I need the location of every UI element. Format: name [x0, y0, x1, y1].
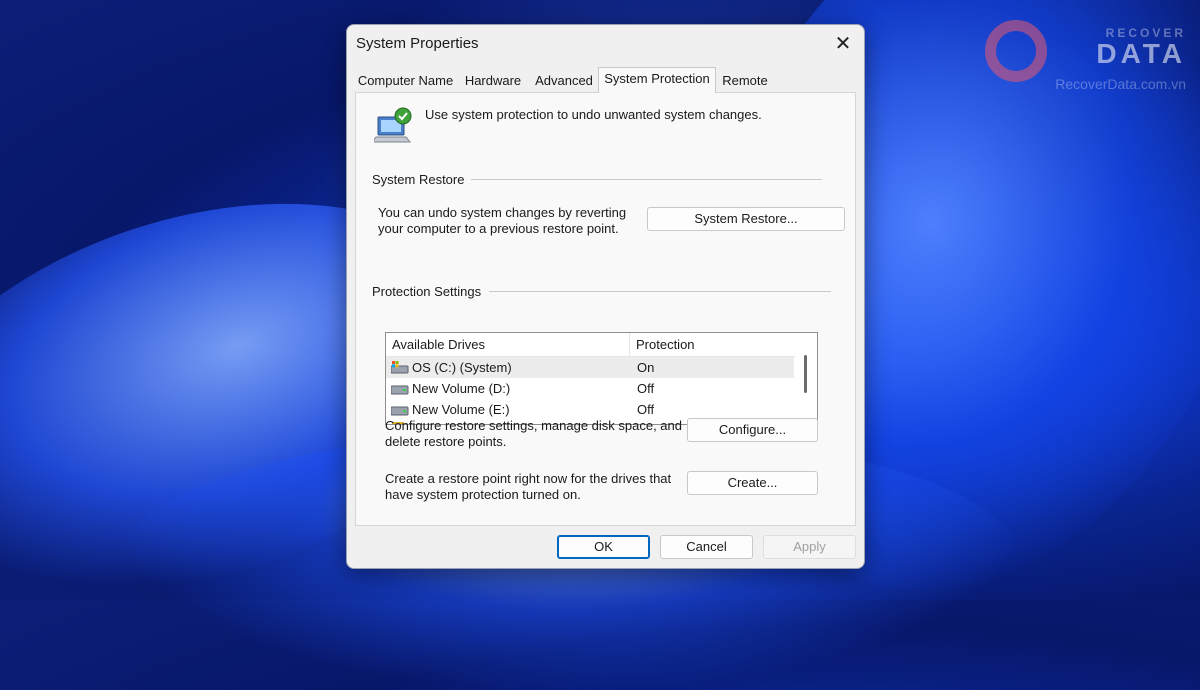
description-line: Create a restore point right now for the…: [385, 471, 672, 486]
protection-settings-group-label: Protection Settings: [372, 284, 482, 299]
tab-advanced[interactable]: Advanced: [530, 70, 598, 92]
column-header-protection[interactable]: Protection: [630, 333, 796, 357]
drive-row-d[interactable]: New Volume (D:) Off: [386, 378, 794, 399]
apply-button[interactable]: Apply: [763, 535, 856, 559]
tab-computer-name[interactable]: Computer Name: [355, 70, 456, 92]
description-line: You can undo system changes by reverting: [378, 205, 627, 220]
drive-protection-status: Off: [637, 381, 655, 396]
watermark-logo: RECOVER DATA RecoverData.com.vn: [985, 20, 1186, 92]
column-header-available-drives[interactable]: Available Drives: [386, 333, 630, 357]
tab-hardware[interactable]: Hardware: [458, 70, 528, 92]
tab-panel-system-protection: Use system protection to undo unwanted s…: [355, 92, 856, 526]
drives-list[interactable]: Available Drives Protection OS (C:) (Sys…: [385, 332, 818, 425]
intro-text: Use system protection to undo unwanted s…: [425, 107, 762, 122]
system-protection-icon: [374, 107, 412, 143]
create-button[interactable]: Create...: [687, 471, 818, 495]
drive-name: New Volume (E:): [412, 402, 510, 417]
title-bar[interactable]: System Properties ✕: [347, 25, 864, 63]
watermark-circle: [985, 20, 1048, 82]
watermark-main-text: DATA: [1096, 38, 1186, 69]
ok-button[interactable]: OK: [557, 535, 650, 559]
drive-protection-status: Off: [637, 402, 655, 417]
cancel-button[interactable]: Cancel: [660, 535, 753, 559]
group-divider: [489, 291, 831, 292]
system-restore-description: You can undo system changes by reverting…: [378, 205, 626, 237]
description-line: Configure restore settings, manage disk …: [385, 418, 683, 433]
description-line: delete restore points.: [385, 434, 507, 449]
create-description: Create a restore point right now for the…: [385, 471, 671, 503]
drive-name: New Volume (D:): [412, 381, 511, 396]
drive-row-e[interactable]: New Volume (E:) Off: [386, 399, 794, 420]
drive-icon: [391, 385, 409, 395]
scrollbar-thumb[interactable]: [804, 355, 807, 393]
close-icon[interactable]: ✕: [828, 29, 858, 59]
system-restore-button[interactable]: System Restore...: [647, 207, 845, 231]
configure-button[interactable]: Configure...: [687, 418, 818, 442]
tab-system-protection[interactable]: System Protection: [598, 67, 716, 93]
list-scrollbar[interactable]: [795, 333, 817, 424]
system-properties-dialog: System Properties ✕ Computer Name Hardwa…: [346, 24, 865, 569]
drive-name: OS (C:) (System): [412, 360, 512, 375]
configure-description: Configure restore settings, manage disk …: [385, 418, 682, 450]
system-restore-group-label: System Restore: [372, 172, 465, 187]
drive-row-c[interactable]: OS (C:) (System) On: [386, 357, 794, 378]
description-line: have system protection turned on.: [385, 487, 581, 502]
drive-protection-status: On: [637, 360, 655, 375]
drive-icon: [391, 406, 409, 416]
tab-remote[interactable]: Remote: [716, 70, 774, 92]
watermark-sub-text: RecoverData.com.vn: [1055, 76, 1186, 92]
system-drive-icon: [391, 361, 409, 374]
description-line: your computer to a previous restore poin…: [378, 221, 619, 236]
dialog-title: System Properties: [356, 35, 479, 52]
group-divider: [471, 179, 822, 180]
